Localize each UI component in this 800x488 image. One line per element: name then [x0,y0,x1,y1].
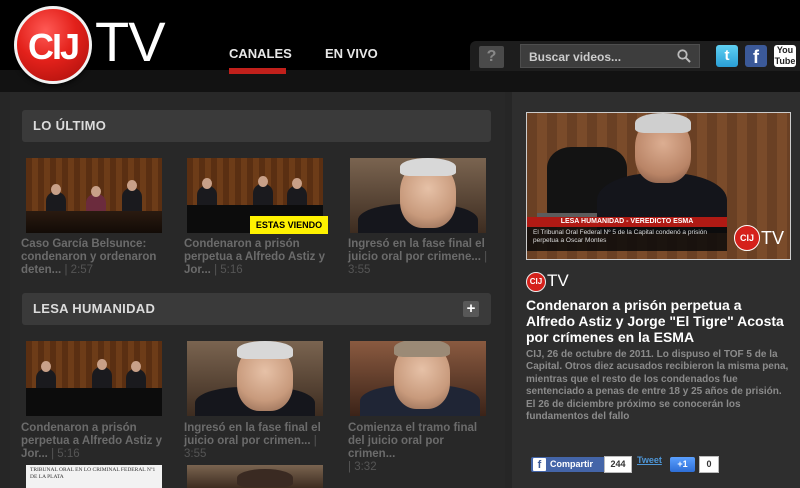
search-input[interactable] [527,48,671,66]
thumb-figure [292,178,302,189]
video-title-line: Condenaron a prisón [21,422,137,434]
nav-active-indicator [229,68,286,74]
video-title-line: juicio oral por crimen... [184,435,311,447]
thumb-figure [127,180,137,191]
video-thumbnail[interactable] [26,158,162,233]
thumb-figure [41,361,51,372]
video-title-line: deten... [21,264,62,276]
youtube-icon[interactable]: You Tube [774,45,796,67]
tweet-link[interactable]: Tweet [637,455,662,470]
article-body: CIJ, 26 de octubre de 2011. Lo dispuso e… [526,349,789,423]
video-title-line: del juicio oral por crimen... [348,435,444,460]
logo-text: CIJ [27,26,80,67]
video-title-line: juicio oral por crimenе... [348,251,481,263]
section-header-lo-ultimo: LO ÚLTIMO [22,110,491,142]
thumb-figure [202,178,212,189]
video-thumbnail[interactable] [187,465,323,488]
player-lower-third: LESA HUMANIDAD - VEREDICTO ESMA El Tribu… [527,217,727,251]
video-title-line: condenaron y ordenaron [21,251,157,263]
youtube-label: You Tube [774,45,796,66]
help-button[interactable]: ? [479,46,504,68]
thumb-figure [91,186,101,197]
video-title-line: perpetua a Alfredo Astiz y [21,435,163,447]
section-title: LESA HUMANIDAD [33,301,156,316]
video-title-line: perpetua a Alfredo Astiz y [184,251,326,263]
facebook-share-count: 244 [604,456,632,473]
header-band [0,70,800,92]
brand-small-logo: CIJ [526,272,546,292]
section-title: LO ÚLTIMO [33,118,107,133]
video-thumbnail[interactable]: TRIBUNAL ORAL EN LO CRIMINAL FEDERAL Nº1… [26,465,162,488]
thumb-desk [26,388,162,416]
video-duration: 5:16 [57,448,80,460]
video-caption[interactable]: Ingresó en la fase final el juicio oral … [348,238,490,277]
video-caption[interactable]: Caso García Belsunce: condenaron y orden… [21,238,163,277]
thumb-figure [258,176,268,187]
nav-canales[interactable]: CANALES [229,46,292,61]
facebook-icon: f [533,458,546,471]
lower-third-title: LESA HUMANIDAD - VEREDICTO ESMA [527,217,727,227]
nav-en-vivo[interactable]: EN VIVO [325,46,378,61]
thumb-figure [237,469,293,487]
twitter-icon[interactable]: t [716,45,738,67]
video-player[interactable]: LESA HUMANIDAD - VEREDICTO ESMA El Tribu… [526,112,791,260]
player-logo-tv: TV [760,228,784,248]
thumb-sign-text: TRIBUNAL ORAL EN LO CRIMINAL FEDERAL Nº1… [30,467,156,480]
video-title-line: Comienza el tramo final [348,422,478,434]
logo-tv-text[interactable]: TV [95,12,166,72]
video-duration: 3:55 [348,264,371,276]
plus-one-count: 0 [699,456,719,473]
search-icon[interactable] [677,49,691,63]
expand-section-button[interactable]: + [463,301,479,317]
video-duration: 3:32 [354,461,377,473]
player-logo: CIJ [734,225,760,251]
thumb-figure [97,359,107,370]
thumb-figure [51,184,61,195]
plus-one-button[interactable]: +1 [670,457,695,472]
now-watching-badge: ESTAS VIENDO [250,216,328,234]
video-caption[interactable]: Comienza el tramo final del juicio oral … [348,422,490,474]
share-label: Compartir [550,459,594,469]
video-duration: 2:57 [70,264,94,276]
facebook-icon[interactable]: f [745,45,767,67]
video-duration: 5:16 [220,264,243,276]
section-header-lesa-humanidad: LESA HUMANIDAD + [22,293,491,325]
video-title-line: Caso García Belsunce: [21,238,147,250]
search-box [520,44,700,68]
video-title-line: Jor... [21,448,48,460]
thumb-figure [394,341,450,357]
video-title-line: Ingresó en la fase final el [348,238,485,250]
thumb-figure [131,361,141,372]
thumb-figure [400,158,456,176]
cij-logo[interactable]: CIJ [14,6,92,84]
video-caption[interactable]: Condenaron a prisón perpetua a Alfredo A… [21,422,163,461]
video-title-line: Condenaron a prisón [184,238,300,250]
video-thumbnail[interactable] [187,341,323,416]
brand-small-tv: TV [547,271,569,290]
video-thumbnail[interactable] [350,341,486,416]
player-figure [635,113,691,133]
thumb-figure [237,341,293,359]
video-caption[interactable]: Condenaron a prisón perpetua a Alfredo A… [184,238,326,277]
article-title[interactable]: Condenaron a prisón perpetua a Alfredo A… [526,297,788,345]
thumb-desk [26,211,162,233]
video-title-line: Jor... [184,264,211,276]
video-thumbnail[interactable] [350,158,486,233]
lower-third-text: El Tribunal Oral Federal Nº 5 de la Capi… [533,229,707,244]
video-title-line: Ingresó en la fase final el [184,422,321,434]
video-caption[interactable]: Ingresó en la fase final el juicio oral … [184,422,326,461]
video-duration: 3:55 [184,448,207,460]
video-thumbnail[interactable] [26,341,162,416]
